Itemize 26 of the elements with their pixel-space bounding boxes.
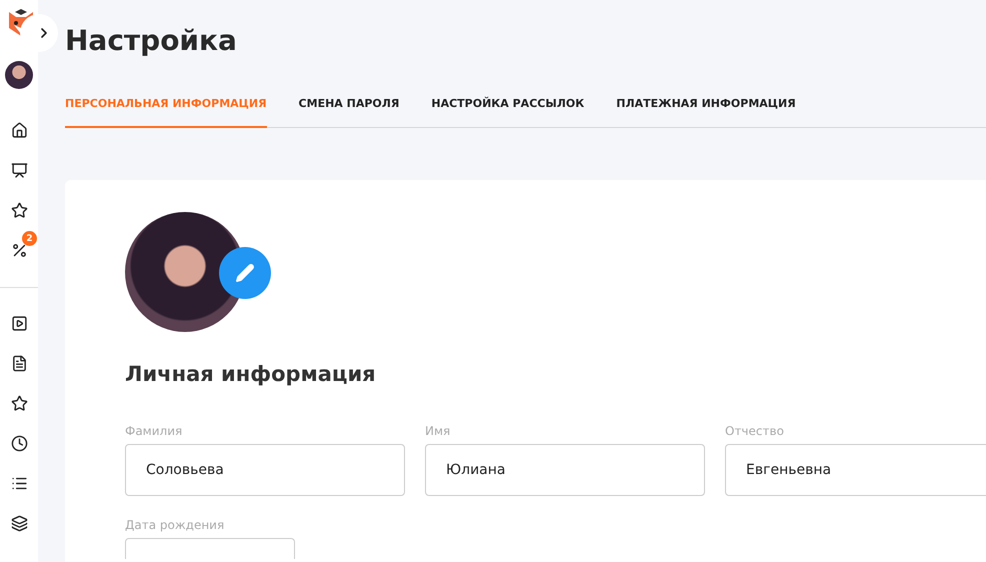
tab[interactable]: НАСТРОЙКА РАССЫЛОК bbox=[431, 97, 584, 128]
presentation-icon[interactable] bbox=[10, 162, 28, 178]
star-icon[interactable] bbox=[10, 202, 28, 218]
clock-icon[interactable] bbox=[10, 434, 28, 452]
text-field[interactable]: Евгеньевна bbox=[725, 444, 986, 496]
page-title: Настройка bbox=[65, 24, 238, 57]
text-field[interactable]: Юлиана bbox=[425, 444, 705, 496]
field-label: Имя bbox=[425, 424, 452, 438]
tab[interactable]: ПЛАТЕЖНАЯ ИНФОРМАЦИЯ bbox=[616, 97, 796, 128]
home-icon[interactable] bbox=[10, 122, 28, 138]
date-field[interactable] bbox=[125, 538, 295, 559]
field-label: Отчество bbox=[725, 424, 785, 438]
layers-icon[interactable] bbox=[10, 514, 28, 532]
star-icon[interactable] bbox=[10, 394, 28, 412]
edit-photo-button[interactable] bbox=[219, 247, 271, 299]
user-avatar[interactable] bbox=[5, 61, 33, 89]
text-field[interactable]: Соловьева bbox=[125, 444, 405, 496]
tab[interactable]: СМЕНА ПАРОЛЯ bbox=[298, 97, 400, 128]
list-doc-icon[interactable] bbox=[10, 354, 28, 372]
field-label: Дата рождения bbox=[125, 518, 226, 532]
play-icon[interactable] bbox=[10, 314, 28, 332]
pencil-icon bbox=[235, 263, 255, 283]
count-badge: 2 bbox=[22, 231, 37, 246]
section-heading: Личная информация bbox=[125, 362, 377, 386]
field-label: Фамилия bbox=[125, 424, 184, 438]
percent-icon[interactable] bbox=[10, 242, 28, 258]
